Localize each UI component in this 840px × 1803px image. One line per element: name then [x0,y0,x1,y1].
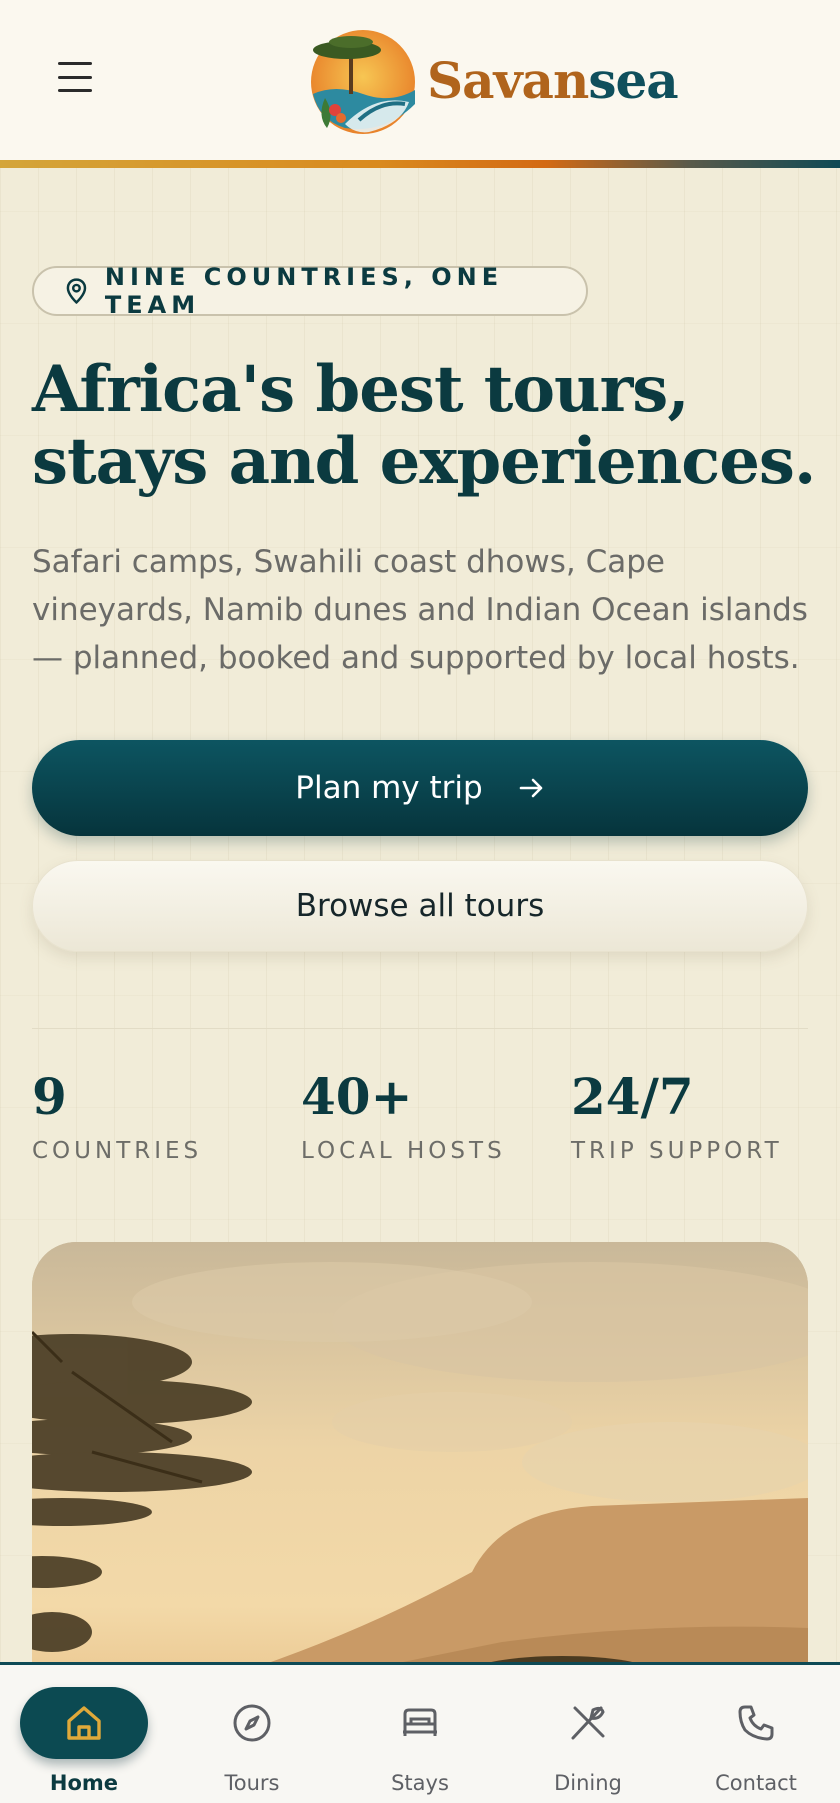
phone-icon [708,1687,804,1759]
nav-contact[interactable]: Contact [672,1665,840,1803]
nav-stays[interactable]: Stays [336,1665,504,1803]
stat-label: LOCAL HOSTS [301,1138,506,1164]
brand-name-part1: Savan [427,50,589,110]
nav-dining[interactable]: Dining [504,1665,672,1803]
nav-home-label: Home [49,1771,119,1795]
compass-icon [204,1687,300,1759]
plan-my-trip-button[interactable]: Plan my trip [32,740,808,836]
nav-tours[interactable]: Tours [168,1665,336,1803]
hero-section: NINE COUNTRIES, ONE TEAM Africa's best t… [0,168,840,1762]
logo-emblem-icon [311,30,415,134]
stat-value: 9 [32,1067,67,1126]
browse-all-tours-button[interactable]: Browse all tours [32,860,808,952]
headline-line-1: Africa's best tours, [32,352,690,427]
nav-home[interactable]: Home [0,1665,168,1803]
tagline-text: NINE COUNTRIES, ONE TEAM [104,263,504,319]
hero-headline: Africa's best tours, stays and experienc… [32,354,822,498]
bed-icon [372,1687,468,1759]
map-pin-icon [66,278,87,305]
browse-all-tours-label: Browse all tours [295,888,545,924]
home-icon [20,1687,148,1759]
nav-dining-label: Dining [554,1771,622,1795]
plan-my-trip-label: Plan my trip [295,770,483,806]
hero-description: Safari camps, Swahili coast dhows, Cape … [32,544,808,676]
stat-label: TRIP SUPPORT [571,1138,783,1164]
hamburger-menu-icon[interactable] [58,62,92,92]
brand-name-part2: sea [588,50,678,110]
top-header: Savansea [0,0,840,168]
stats-divider [32,1028,808,1029]
tagline-pill: NINE COUNTRIES, ONE TEAM [32,263,588,319]
utensils-icon [540,1687,636,1759]
stat-value: 40+ [301,1067,413,1126]
nav-tours-label: Tours [224,1771,280,1795]
headline-line-2: stays and experiences. [32,424,816,499]
brand-logo[interactable]: Savansea [305,24,679,136]
stat-label: COUNTRIES [32,1138,203,1164]
brand-name: Savansea [427,50,679,110]
bottom-navigation: Home Tours Stays Dining Contact [0,1662,840,1803]
arrow-right-icon [519,778,543,798]
header-gradient-divider [0,160,840,168]
stat-local-hosts: 40+ LOCAL HOSTS [301,1067,506,1165]
nav-stays-label: Stays [391,1771,449,1795]
stat-trip-support: 24/7 TRIP SUPPORT [571,1067,783,1165]
stat-value: 24/7 [571,1067,694,1126]
nav-contact-label: Contact [715,1771,797,1795]
stat-countries: 9 COUNTRIES [32,1067,203,1165]
